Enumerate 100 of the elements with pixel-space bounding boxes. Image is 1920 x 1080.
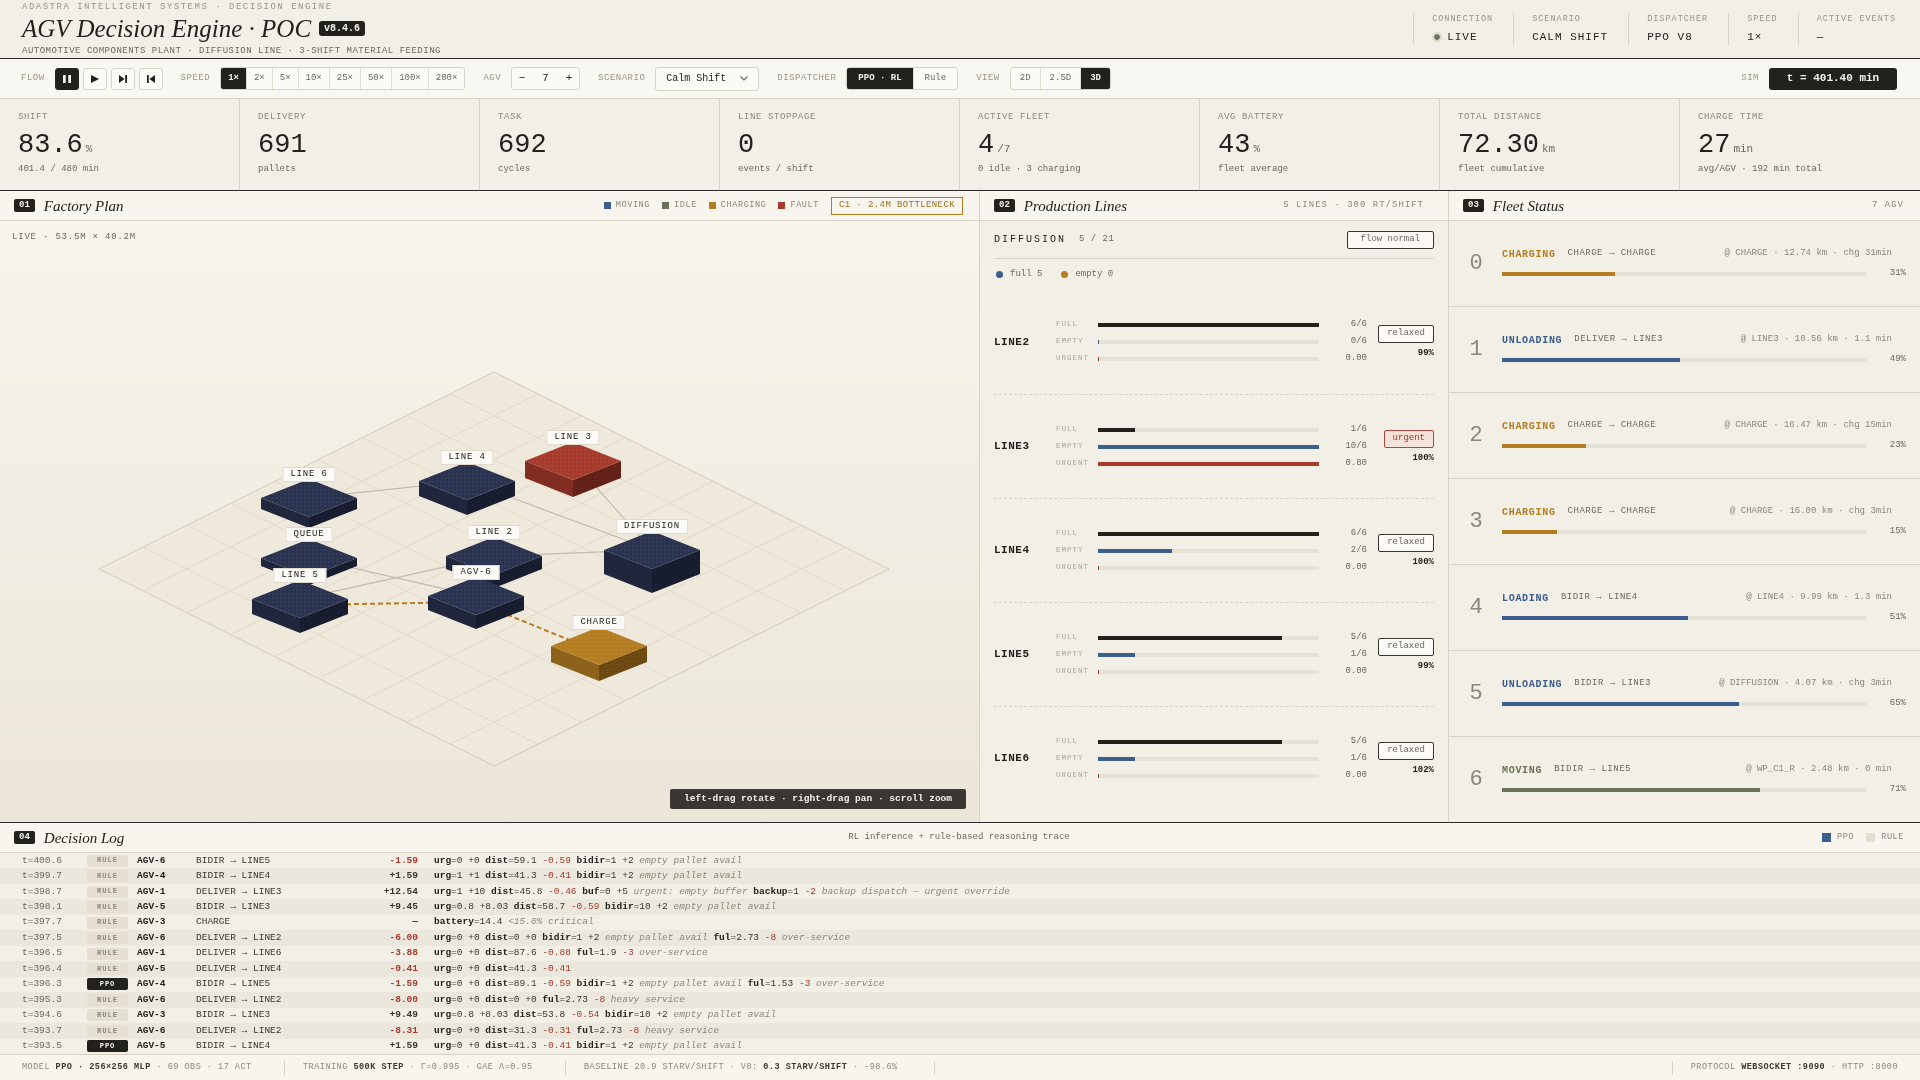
log-action: DELIVER → LINE3 (196, 884, 283, 899)
station-label: CHARGE (572, 615, 626, 630)
agv-detail: @ LINE3 · 10.56 km · 1.1 min (1740, 333, 1892, 347)
log-reasoning: urg=0 +0 dist=59.1 -0.59 bidir=1 +2 empty pallet avail (434, 853, 742, 868)
segment-option[interactable]: 5× (271, 68, 298, 89)
metric-value: 0.00 (1344, 352, 1367, 366)
log-action: DELIVER → LINE2 (196, 992, 283, 1007)
metric-value: 1/6 (1349, 751, 1367, 765)
kpi-note: avg/AGV · 192 min total (1698, 164, 1824, 175)
log-action: DELIVER → LINE2 (196, 930, 283, 945)
increment-button[interactable]: + (559, 68, 580, 89)
step-forward-button[interactable] (110, 67, 135, 90)
section-number-badge: 04 (14, 831, 35, 844)
segment-option[interactable]: PPO · RL (847, 68, 913, 89)
log-time: t=399.7 (22, 869, 63, 884)
panel-title: Decision Log (43, 828, 125, 847)
segment-option[interactable]: 25× (328, 68, 360, 89)
footer-stat: BASELINE 20.9 STARV/SHIFT · V8: 0.3 STARV/SHIFT · -98.6% (584, 1061, 898, 1074)
play-button[interactable] (82, 67, 107, 90)
line-name: LINE4 (994, 543, 1031, 559)
line-load: 99% (1417, 659, 1434, 672)
log-action: DELIVER → LINE6 (196, 946, 283, 961)
log-reasoning: urg=0 +0 dist=87.6 -0.88 ful=1.9 -3 over-service (434, 946, 708, 961)
kpi-value: 692 (498, 130, 547, 160)
legend-label: PPO (1837, 831, 1855, 844)
segment-option[interactable]: 100× (391, 68, 428, 89)
log-time: t=398.7 (22, 884, 63, 899)
legend-label: full 5 (1010, 267, 1043, 281)
kpi-unit: km (1542, 142, 1556, 157)
decrement-button[interactable]: − (512, 68, 533, 89)
battery-percent: 65% (1889, 697, 1906, 711)
log-score: -8.00 (388, 992, 418, 1007)
agv-detail: @ WP_C1_R · 2.48 km · 0 min (1746, 763, 1892, 777)
log-time: t=395.3 (22, 992, 63, 1007)
metric-value: 5/6 (1349, 734, 1367, 748)
plant-subtitle: AUTOMOTIVE COMPONENTS PLANT · DIFFUSION LINE · 3-SHIFT MATERIAL FEEDING (22, 45, 441, 57)
kpi-label: TOTAL DISTANCE (1458, 112, 1543, 123)
segment-option[interactable]: 50× (359, 68, 392, 89)
status-label: DISPATCHER (1647, 14, 1709, 25)
log-time: t=398.1 (22, 900, 63, 914)
agv-state: CHARGING (1502, 247, 1556, 262)
log-reasoning: urg=0 +0 dist=0 +0 ful=2.73 -8 heavy service (434, 992, 685, 1007)
battery-percent: 71% (1889, 783, 1906, 797)
log-score: +1.59 (388, 869, 418, 884)
agv-route: CHARGE → CHARGE (1567, 419, 1657, 433)
battery-percent: 49% (1889, 353, 1906, 367)
log-action: DELIVER → LINE4 (196, 961, 283, 976)
skip-back-button[interactable] (138, 67, 163, 90)
kpi-note: pallets (258, 164, 297, 175)
play-icon (90, 74, 99, 83)
kpi-note: cycles (498, 164, 532, 175)
log-time: t=396.3 (22, 977, 63, 992)
status-label: CONNECTION (1432, 14, 1494, 25)
section-number-badge: 01 (14, 199, 35, 212)
log-time: t=393.7 (22, 1023, 63, 1038)
segment-option[interactable]: 2× (245, 68, 272, 89)
line-status-badge: relaxed (1378, 325, 1434, 343)
status-label: ACTIVE EVENTS (1816, 14, 1896, 25)
kpi-value: 72.30 (1458, 130, 1539, 160)
chevron-down-icon (740, 76, 749, 81)
pause-button[interactable] (54, 67, 79, 90)
log-agv: AGV-6 (137, 853, 167, 868)
station-label: LINE 4 (440, 450, 494, 465)
log-time: t=396.4 (22, 961, 63, 976)
metric-value: 1/6 (1349, 647, 1367, 661)
agv-route: BIDIR → LINE5 (1554, 763, 1631, 777)
status-value: 1× (1747, 30, 1764, 44)
segment-option[interactable]: 10× (297, 68, 329, 89)
segment-option[interactable]: 2D (1010, 68, 1040, 89)
segment-option[interactable]: 3D (1080, 68, 1110, 89)
agv-detail: @ CHARGE · 12.74 km · chg 31min (1724, 247, 1892, 261)
line-load: 102% (1412, 763, 1434, 776)
log-agv: AGV-4 (137, 977, 167, 992)
line-name: LINE2 (994, 334, 1031, 350)
line-load: 100% (1412, 451, 1434, 464)
status-value: — (1816, 30, 1826, 44)
line-status-badge: relaxed (1378, 533, 1434, 552)
metric-value: 0/6 (1349, 335, 1367, 349)
segment-option[interactable]: 1× (221, 68, 246, 89)
footer-stat: TRAINING 500K STEP · Γ=0.995 · GAE Λ=0.95 (303, 1061, 533, 1074)
log-score: -3.88 (388, 946, 418, 961)
kpi-note: 0 idle · 3 charging (978, 164, 1082, 175)
agv-detail: @ DIFFUSION · 4.07 km · chg 3min (1719, 677, 1892, 691)
line-load: 100% (1412, 555, 1434, 568)
agv-count-value: 7 (541, 72, 550, 86)
agv-state: UNLOADING (1502, 333, 1563, 348)
line-load: 99% (1417, 347, 1434, 359)
kpi-unit: % (85, 142, 93, 157)
map-caption: LIVE · 53.5M × 40.2M (12, 232, 137, 243)
segment-option[interactable]: Rule (912, 68, 958, 89)
station-label: AGV-6 (452, 565, 500, 580)
toolbar-label: FLOW (21, 71, 45, 85)
scenario-dropdown[interactable]: Calm Shift (655, 66, 760, 91)
battery-percent: 51% (1889, 611, 1906, 625)
segment-option[interactable]: 200× (427, 68, 465, 89)
toolbar-label: DISPATCHER (777, 71, 837, 85)
battery-percent: 15% (1889, 525, 1906, 539)
agv-number: 6 (1469, 766, 1483, 793)
metric-value: 0.80 (1344, 456, 1367, 470)
metric-value: 10/6 (1344, 439, 1367, 453)
